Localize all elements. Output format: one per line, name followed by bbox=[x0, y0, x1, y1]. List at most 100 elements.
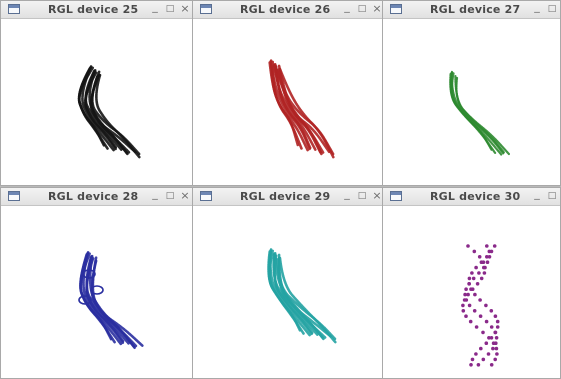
streamline-point bbox=[463, 292, 467, 297]
window-titlebar[interactable]: RGL device 25 _ □ × bbox=[1, 0, 193, 19]
streamline-point bbox=[471, 276, 476, 281]
minimize-icon[interactable]: _ bbox=[149, 187, 161, 201]
streamline-point bbox=[494, 346, 499, 351]
minimize-icon[interactable]: _ bbox=[531, 187, 543, 201]
minimize-icon[interactable]: _ bbox=[341, 187, 353, 201]
rgl-window-26: RGL device 26 _ □ × bbox=[192, 0, 384, 186]
maximize-icon[interactable]: □ bbox=[164, 189, 176, 203]
streamline-point bbox=[464, 298, 469, 302]
maximize-icon[interactable]: □ bbox=[546, 2, 558, 16]
streamline-point bbox=[484, 303, 488, 308]
window-app-icon[interactable] bbox=[8, 191, 20, 201]
streamline-point bbox=[467, 276, 472, 281]
streamline-point bbox=[482, 265, 486, 270]
streamline-point bbox=[495, 325, 500, 329]
streamline-point bbox=[495, 319, 500, 324]
streamline-point bbox=[474, 325, 479, 329]
streamline-point bbox=[473, 292, 477, 297]
streamline-point bbox=[464, 314, 468, 318]
streamline-point bbox=[493, 357, 497, 362]
streamline-point bbox=[489, 325, 494, 329]
streamline-point bbox=[485, 244, 489, 248]
streamline-point bbox=[485, 260, 490, 264]
streamline-point bbox=[479, 346, 483, 351]
window-title: RGL device 29 bbox=[240, 190, 331, 203]
streamline-point bbox=[470, 271, 474, 275]
streamline-point bbox=[472, 249, 477, 254]
streamline-point bbox=[489, 249, 494, 254]
maximize-icon[interactable]: □ bbox=[356, 2, 368, 16]
window-title: RGL device 26 bbox=[240, 3, 331, 16]
rgl-plot-canvas[interactable] bbox=[193, 19, 383, 185]
minimize-icon[interactable]: _ bbox=[341, 0, 353, 14]
window-titlebar[interactable]: RGL device 29 _ □ × bbox=[193, 187, 383, 206]
streamline-point bbox=[489, 336, 494, 340]
window-titlebar[interactable]: RGL device 28 _ □ × bbox=[1, 187, 193, 206]
window-app-icon[interactable] bbox=[200, 191, 212, 201]
streamline-point bbox=[489, 309, 494, 313]
streamline-point bbox=[469, 363, 473, 367]
streamline-point bbox=[491, 346, 495, 351]
streamline-point bbox=[472, 309, 477, 313]
window-titlebar[interactable]: RGL device 30 _ □ × bbox=[383, 187, 560, 206]
streamline-point bbox=[481, 330, 485, 335]
streamline-point bbox=[464, 287, 468, 291]
streamline-bundle bbox=[461, 244, 500, 367]
rgl-window-29: RGL device 29 _ □ × bbox=[192, 187, 384, 379]
rgl-plot-canvas[interactable] bbox=[1, 19, 193, 185]
close-icon[interactable]: × bbox=[179, 189, 191, 203]
streamline-point bbox=[479, 276, 484, 281]
streamline-point bbox=[486, 352, 491, 356]
rgl-plot-canvas[interactable] bbox=[193, 206, 383, 378]
streamline-point bbox=[461, 303, 465, 308]
streamline-bundle bbox=[77, 65, 141, 159]
window-app-icon[interactable] bbox=[8, 4, 20, 14]
window-titlebar[interactable]: RGL device 27 _ □ × bbox=[383, 0, 560, 19]
fiber-bundle-plot bbox=[77, 65, 141, 159]
streamline-point bbox=[492, 244, 497, 248]
streamline-point bbox=[469, 287, 473, 291]
fiber-bundle-plot bbox=[268, 59, 335, 159]
streamline-point bbox=[474, 265, 478, 270]
streamline-point bbox=[493, 330, 498, 335]
streamline-point bbox=[484, 341, 489, 345]
streamline-point bbox=[489, 363, 494, 367]
window-app-icon[interactable] bbox=[390, 191, 402, 201]
minimize-icon[interactable]: _ bbox=[149, 0, 161, 14]
window-app-icon[interactable] bbox=[390, 4, 402, 14]
fiber-bundle-plot bbox=[449, 70, 510, 156]
close-icon[interactable]: × bbox=[179, 2, 191, 16]
maximize-icon[interactable]: □ bbox=[546, 189, 558, 203]
streamline-point bbox=[474, 352, 478, 356]
streamline-bundle bbox=[268, 59, 335, 159]
streamline-point bbox=[478, 298, 482, 302]
maximize-icon[interactable]: □ bbox=[164, 2, 176, 16]
window-title: RGL device 30 bbox=[430, 190, 521, 203]
streamline-point bbox=[485, 255, 489, 259]
maximize-icon[interactable]: □ bbox=[356, 189, 368, 203]
rgl-window-28: RGL device 28 _ □ × bbox=[0, 187, 194, 379]
streamline-point bbox=[495, 352, 499, 356]
window-titlebar[interactable]: RGL device 26 _ □ × bbox=[193, 0, 383, 19]
streamline-point bbox=[468, 319, 473, 324]
window-title: RGL device 27 bbox=[430, 3, 521, 16]
rgl-plot-canvas[interactable] bbox=[1, 206, 193, 378]
window-app-icon[interactable] bbox=[200, 4, 212, 14]
streamline-bundle bbox=[449, 70, 510, 156]
rgl-window-30: RGL device 30 _ □ × bbox=[382, 187, 561, 379]
rgl-plot-canvas[interactable] bbox=[383, 206, 560, 378]
fiber-bundle-plot bbox=[267, 248, 337, 344]
streamline-point bbox=[494, 336, 499, 340]
window-title: RGL device 25 bbox=[48, 3, 139, 16]
streamline-point bbox=[466, 244, 470, 248]
streamline-bundle bbox=[78, 251, 144, 349]
streamline-point bbox=[476, 363, 481, 367]
streamline-bundle bbox=[267, 248, 337, 344]
streamline-point bbox=[479, 260, 484, 264]
rgl-plot-canvas[interactable] bbox=[383, 19, 560, 185]
minimize-icon[interactable]: _ bbox=[531, 0, 543, 14]
streamline-point bbox=[482, 271, 487, 275]
streamline-point bbox=[467, 303, 472, 308]
streamline-point bbox=[475, 282, 480, 286]
streamline-point bbox=[477, 271, 481, 275]
